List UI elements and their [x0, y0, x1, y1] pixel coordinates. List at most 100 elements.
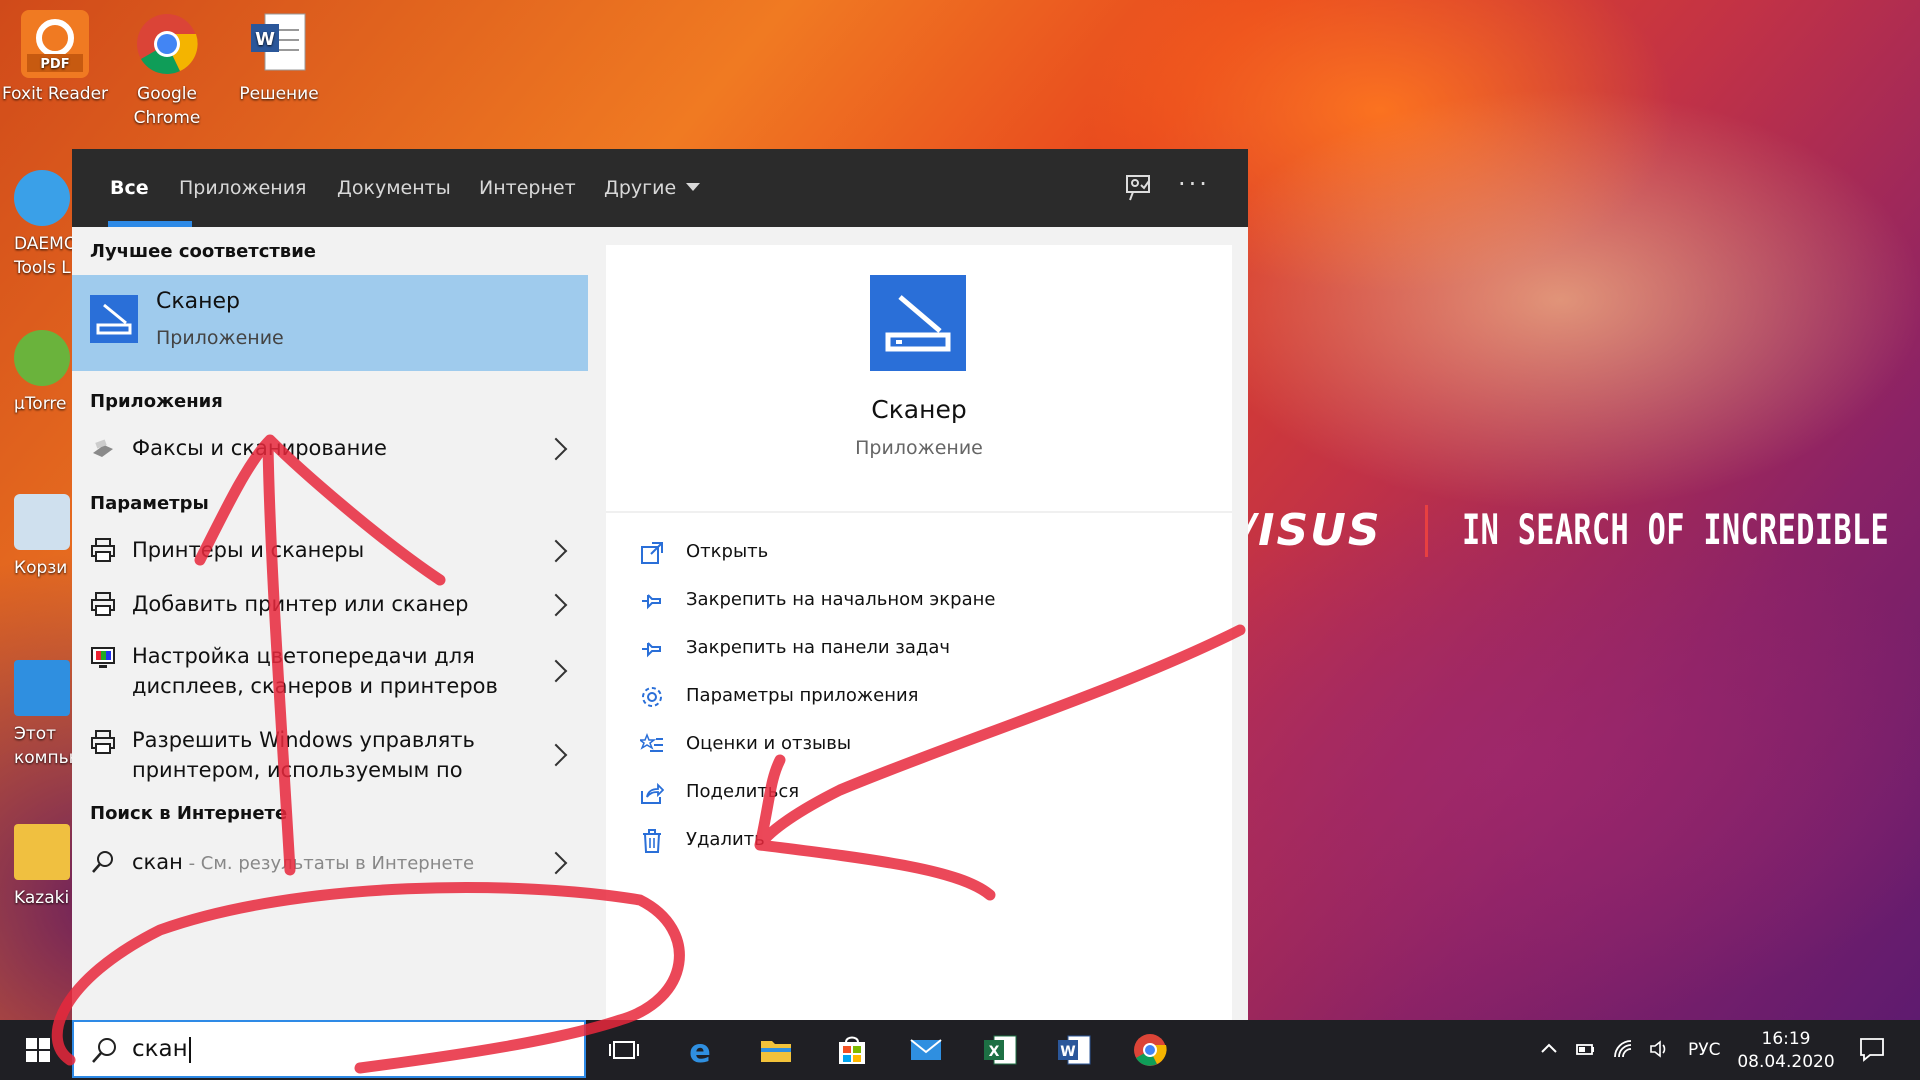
notification-icon[interactable] — [1858, 1036, 1886, 1062]
best-match-item-scanner[interactable]: Сканер Приложение — [72, 275, 588, 371]
list-item-printers-scanners[interactable]: Принтеры и сканеры — [72, 529, 588, 573]
action-share[interactable]: Поделиться — [640, 777, 1200, 813]
display-color-icon — [90, 645, 116, 671]
printer-icon — [90, 591, 116, 617]
star-list-icon — [637, 732, 664, 757]
clock-time: 16:19 — [1761, 1029, 1811, 1049]
apps-heading: Приложения — [90, 391, 223, 412]
tab-apps[interactable]: Приложения — [179, 149, 306, 227]
search-tabbar: Все Приложения Документы Интернет Другие… — [72, 149, 1248, 227]
chevron-right-icon — [544, 851, 568, 875]
tab-internet[interactable]: Интернет — [479, 149, 576, 227]
search-panel: Все Приложения Документы Интернет Другие… — [72, 149, 1248, 1020]
taskbar-search-box[interactable]: скан — [72, 1020, 586, 1078]
svg-text:e: e — [689, 1032, 711, 1068]
chevron-right-icon — [544, 743, 568, 767]
file-explorer-icon[interactable] — [758, 1032, 794, 1068]
list-item-label: Настройка цветопередачи для дисплеев, ск… — [132, 641, 532, 701]
scanner-app-icon — [90, 295, 138, 343]
detail-title: Сканер — [871, 395, 967, 424]
mail-icon[interactable] — [908, 1032, 944, 1068]
text-cursor — [188, 1036, 191, 1063]
web-search-heading: Поиск в Интернете — [90, 803, 288, 824]
folder-icon — [14, 824, 70, 880]
list-item-line: дисплеев, сканеров и принтеров — [132, 674, 498, 698]
svg-text:X: X — [989, 1044, 1000, 1060]
word-icon[interactable]: W — [1056, 1032, 1092, 1068]
web-query: скан — [132, 850, 183, 874]
desktop-icon-word-doc[interactable]: W Решение — [224, 10, 334, 106]
list-item-add-printer[interactable]: Добавить принтер или сканер — [72, 583, 588, 627]
best-match-heading: Лучшее соответствие — [90, 241, 317, 262]
search-icon — [90, 1036, 118, 1064]
action-pin-start[interactable]: Закрепить на начальном экране — [640, 585, 1200, 621]
settings-heading: Параметры — [90, 493, 209, 514]
desktop-icon-chrome[interactable]: Google Chrome — [112, 10, 222, 130]
start-button[interactable] — [14, 1032, 62, 1068]
pin-icon — [640, 637, 664, 661]
action-label: Открыть — [686, 541, 769, 562]
action-open[interactable]: Открыть — [640, 537, 1200, 573]
chevron-up-icon[interactable] — [1538, 1038, 1560, 1060]
taskbar: скан e X W РУС 16:19 08.04.2020 — [0, 1020, 1920, 1080]
desktop-icon-label: Foxit Reader — [1, 84, 109, 104]
asus-slogan: IN SEARCH OF INCREDIBLE — [1462, 505, 1890, 554]
chevron-right-icon — [544, 593, 568, 617]
wifi-icon[interactable] — [1612, 1038, 1634, 1060]
best-match-title: Сканер — [156, 289, 241, 314]
action-label: Закрепить на панели задач — [686, 637, 951, 658]
action-pin-taskbar[interactable]: Закрепить на панели задач — [640, 633, 1200, 669]
tab-label: Все — [110, 177, 149, 199]
printer-icon — [90, 537, 116, 563]
utorrent-icon — [14, 330, 70, 386]
word-document-icon: W — [245, 10, 313, 78]
clock-date: 08.04.2020 — [1737, 1052, 1835, 1072]
desktop-icon-foxit[interactable]: PDF Foxit Reader — [0, 10, 110, 106]
list-item-label: Принтеры и сканеры — [132, 538, 365, 562]
list-item-label: скан - См. результаты в Интернете — [132, 847, 532, 879]
detail-header: Сканер Приложение — [606, 245, 1232, 513]
action-rate-review[interactable]: Оценки и отзывы — [637, 729, 1200, 765]
action-uninstall[interactable]: Удалить — [640, 825, 1200, 861]
clock[interactable]: 16:19 08.04.2020 — [1724, 1028, 1848, 1074]
language-indicator[interactable]: РУС — [1688, 1040, 1720, 1060]
share-icon — [640, 781, 665, 805]
action-label: Поделиться — [686, 781, 800, 802]
feedback-icon[interactable] — [1124, 173, 1154, 203]
trash-icon — [640, 829, 664, 853]
volume-icon[interactable] — [1648, 1038, 1670, 1060]
asus-logo: /ISUS — [1240, 505, 1382, 556]
chevron-right-icon — [544, 437, 568, 461]
daemon-tools-icon — [14, 170, 70, 226]
list-item-fax-scan[interactable]: Факсы и сканирование — [72, 427, 588, 471]
store-icon[interactable] — [834, 1032, 870, 1068]
tab-all[interactable]: Все — [110, 149, 149, 227]
search-input[interactable]: скан — [132, 1036, 191, 1063]
list-item-windows-manage-printer[interactable]: Разрешить Windows управлять принтером, и… — [72, 721, 588, 787]
action-app-settings[interactable]: Параметры приложения — [640, 681, 1200, 717]
excel-icon[interactable]: X — [982, 1032, 1018, 1068]
task-view-icon[interactable] — [606, 1032, 642, 1068]
list-item-color-management[interactable]: Настройка цветопередачи для дисплеев, ск… — [72, 637, 588, 703]
chrome-icon[interactable] — [1132, 1032, 1168, 1068]
list-item-line: принтером, используемым по — [132, 758, 463, 782]
tab-label: Приложения — [179, 177, 307, 199]
list-item-web-search[interactable]: скан - См. результаты в Интернете — [72, 841, 588, 885]
battery-icon[interactable] — [1574, 1038, 1596, 1060]
scanner-app-icon — [870, 275, 966, 371]
web-suffix: - См. результаты в Интернете — [182, 853, 475, 874]
recycle-bin-icon — [14, 494, 70, 550]
edge-icon[interactable]: e — [682, 1032, 718, 1070]
google-chrome-icon — [133, 10, 201, 78]
tab-other[interactable]: Другие — [604, 149, 701, 227]
action-label: Оценки и отзывы — [686, 733, 852, 754]
action-label: Закрепить на начальном экране — [686, 589, 996, 610]
tab-documents[interactable]: Документы — [337, 149, 451, 227]
gear-icon — [640, 685, 664, 709]
chevron-down-icon — [686, 182, 701, 191]
search-icon — [90, 849, 116, 875]
chevron-right-icon — [544, 659, 568, 683]
more-options-icon[interactable]: ··· — [1178, 169, 1210, 199]
list-item-label: Разрешить Windows управлять принтером, и… — [132, 725, 532, 785]
tab-label: Другие — [604, 177, 677, 199]
